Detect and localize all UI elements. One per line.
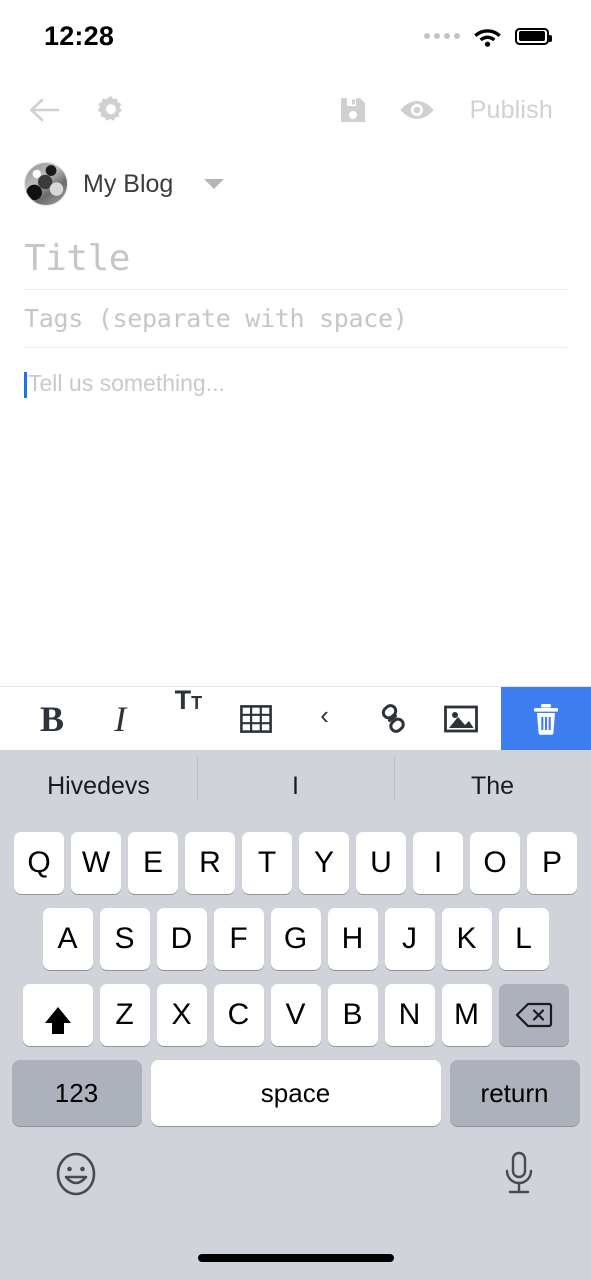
suggestion-item[interactable]: The (394, 755, 591, 801)
battery-full-icon (515, 27, 552, 45)
suggestion-item[interactable]: Hivedevs (0, 772, 197, 801)
space-key[interactable]: space (150, 1060, 441, 1126)
key-l[interactable]: L (498, 908, 549, 970)
editor-top-toolbar: Publish (0, 72, 591, 148)
key-x[interactable]: X (156, 984, 207, 1046)
key-m[interactable]: M (441, 984, 492, 1046)
key-z[interactable]: Z (99, 984, 150, 1046)
signal-dots-icon (424, 33, 460, 39)
on-screen-keyboard: Hivedevs I The Q W E R T Y U I O P A S D… (0, 750, 591, 1280)
body-placeholder: Tell us something... (28, 370, 225, 396)
blog-selector[interactable]: My Blog (0, 148, 591, 206)
text-size-small-letter: T (191, 693, 203, 713)
gear-icon[interactable] (94, 93, 128, 127)
key-a[interactable]: A (42, 908, 93, 970)
text-cursor (24, 372, 27, 398)
trash-icon (534, 703, 558, 735)
status-indicators (424, 25, 552, 47)
key-g[interactable]: G (270, 908, 321, 970)
delete-button[interactable] (501, 687, 591, 750)
format-toolbar: B I TT ‹ (0, 686, 591, 750)
table-button[interactable] (230, 687, 282, 750)
keyboard-row-1: Q W E R T Y U I O P (0, 822, 591, 894)
avatar (24, 162, 68, 206)
key-o[interactable]: O (470, 832, 520, 894)
blog-name-label: My Blog (83, 169, 174, 198)
quote-button[interactable]: ‹ (299, 687, 351, 750)
backspace-key[interactable] (498, 984, 569, 1046)
back-arrow-icon[interactable] (28, 95, 62, 125)
backspace-icon (515, 1002, 552, 1028)
key-u[interactable]: U (356, 832, 406, 894)
title-input[interactable]: Title (24, 228, 567, 290)
eye-icon[interactable] (398, 97, 436, 123)
key-r[interactable]: R (185, 832, 235, 894)
key-k[interactable]: K (441, 908, 492, 970)
phone-screen: 12:28 Publish My Blog Title Tags (separa… (0, 0, 591, 1280)
keyboard-row-2: A S D F G H J K L (0, 908, 591, 970)
key-j[interactable]: J (384, 908, 435, 970)
return-key[interactable]: return (449, 1060, 580, 1126)
home-indicator (197, 1254, 394, 1262)
tags-input[interactable]: Tags (separate with space) (24, 290, 567, 348)
text-size-button[interactable]: TT (162, 687, 214, 750)
status-time: 12:28 (44, 20, 115, 51)
key-v[interactable]: V (270, 984, 321, 1046)
microphone-icon[interactable] (499, 1150, 539, 1198)
key-t[interactable]: T (242, 832, 292, 894)
key-f[interactable]: F (213, 908, 264, 970)
key-i[interactable]: I (413, 832, 463, 894)
key-e[interactable]: E (128, 832, 178, 894)
shift-arrow-icon (44, 1007, 71, 1034)
emoji-smiley-icon[interactable] (52, 1150, 100, 1198)
image-button[interactable] (435, 687, 487, 750)
key-p[interactable]: P (527, 832, 577, 894)
key-s[interactable]: S (99, 908, 150, 970)
key-c[interactable]: C (213, 984, 264, 1046)
chevron-down-icon[interactable] (204, 179, 225, 189)
title-placeholder: Title (24, 238, 130, 279)
link-icon (381, 703, 405, 733)
body-input[interactable]: Tell us something... (24, 370, 567, 398)
suggestion-bar: Hivedevs I The (0, 750, 591, 822)
shift-key[interactable] (22, 984, 93, 1046)
key-b[interactable]: B (327, 984, 378, 1046)
bold-button[interactable]: B (26, 687, 78, 750)
tags-placeholder: Tags (separate with space) (24, 304, 408, 333)
image-icon (444, 705, 478, 732)
key-n[interactable]: N (384, 984, 435, 1046)
keyboard-row-4: 123 space return (0, 1060, 591, 1126)
keyboard-footer (0, 1140, 591, 1198)
numbers-key[interactable]: 123 (11, 1060, 142, 1126)
wifi-icon (473, 25, 502, 47)
italic-button[interactable]: I (94, 687, 146, 750)
table-icon (240, 704, 273, 733)
link-button[interactable] (367, 687, 419, 750)
keyboard-row-3: Z X C V B N M (0, 984, 591, 1046)
key-d[interactable]: D (156, 908, 207, 970)
text-size-big-letter: T (174, 685, 192, 715)
suggestion-item[interactable]: I (197, 755, 394, 801)
key-h[interactable]: H (327, 908, 378, 970)
status-bar: 12:28 (0, 0, 591, 72)
key-q[interactable]: Q (14, 832, 64, 894)
save-disk-icon[interactable] (338, 95, 368, 125)
key-y[interactable]: Y (299, 832, 349, 894)
key-w[interactable]: W (71, 832, 121, 894)
publish-button[interactable]: Publish (466, 96, 553, 125)
